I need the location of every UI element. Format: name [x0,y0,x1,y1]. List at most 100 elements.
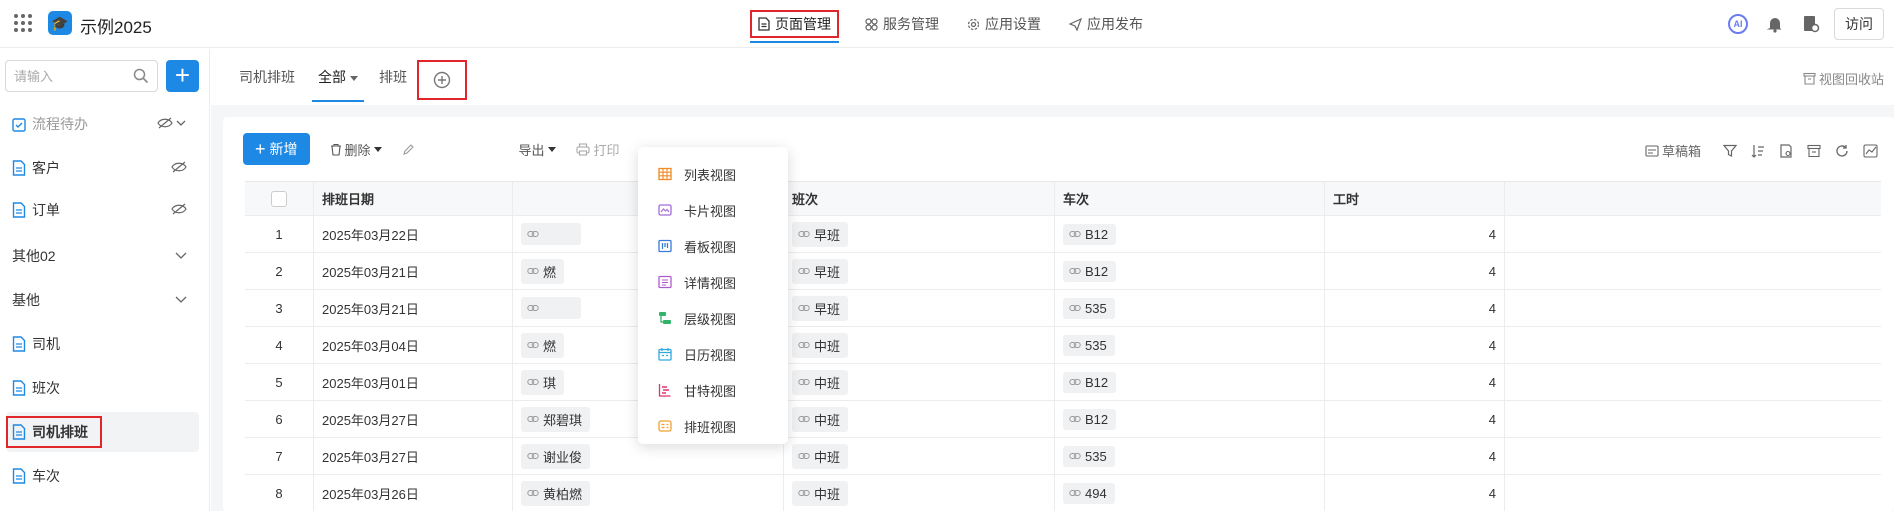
nav-service-management[interactable]: 服务管理 [855,0,949,48]
train-tag[interactable]: B12 [1063,223,1117,245]
menu-item-schedule-view[interactable]: 排班视图 [638,408,788,444]
sidebar-item-train[interactable]: 车次 [6,456,199,496]
driver-tag[interactable] [521,297,581,319]
row-train[interactable]: 494 [1055,475,1325,511]
row-shift[interactable]: 中班 [784,327,1055,363]
shift-tag[interactable]: 早班 [792,258,849,284]
row-date[interactable]: 2025年03月26日 [314,475,513,511]
row-hours[interactable]: 4 [1325,327,1505,363]
tab-schedule[interactable]: 排班 [379,49,407,105]
row-hours[interactable]: 4 [1325,475,1505,511]
train-tag[interactable]: B12 [1063,260,1117,282]
row-train[interactable]: B12 [1055,216,1325,252]
row-date[interactable]: 2025年03月27日 [314,401,513,437]
hidden-eye-chevron-icon[interactable] [157,117,187,132]
table-row[interactable]: 6 2025年03月27日 郑碧琪 中班 B12 4 [245,401,1881,438]
table-row[interactable]: 4 2025年03月04日 燃 中班 535 4 [245,327,1881,364]
sort-icon[interactable] [1751,144,1765,158]
shift-tag[interactable]: 中班 [792,480,849,506]
tab-all[interactable]: 全部 [312,49,364,105]
driver-tag[interactable]: 黄柏燃 [521,480,591,506]
shift-tag[interactable]: 中班 [792,406,849,432]
nav-app-publish[interactable]: 应用发布 [1059,0,1153,48]
hidden-eye-icon[interactable] [171,203,187,218]
shift-tag[interactable]: 早班 [792,295,849,321]
menu-item-gantt-view[interactable]: 甘特视图 [638,372,788,408]
row-train[interactable]: B12 [1055,401,1325,437]
row-date[interactable]: 2025年03月01日 [314,364,513,400]
sidebar-group-other02[interactable]: 其他02 [6,236,199,276]
train-tag[interactable]: B12 [1063,371,1117,393]
header-train[interactable]: 车次 [1055,182,1325,215]
row-train[interactable]: 535 [1055,327,1325,363]
search-input[interactable] [6,61,126,91]
row-train[interactable]: 535 [1055,290,1325,326]
row-hours[interactable]: 4 [1325,290,1505,326]
table-row[interactable]: 8 2025年03月26日 黄柏燃 中班 494 4 [245,475,1881,511]
train-tag[interactable]: 494 [1063,482,1115,504]
menu-item-kanban-view[interactable]: 看板视图 [638,228,788,264]
row-train[interactable]: 535 [1055,438,1325,474]
row-hours[interactable]: 4 [1325,401,1505,437]
bell-icon[interactable] [1766,15,1784,33]
row-date[interactable]: 2025年03月21日 [314,290,513,326]
print-button[interactable]: 打印 [575,140,620,159]
row-date[interactable]: 2025年03月27日 [314,438,513,474]
row-shift[interactable]: 中班 [784,364,1055,400]
row-shift[interactable]: 早班 [784,290,1055,326]
new-button[interactable]: + 新增 [243,133,310,165]
row-train[interactable]: B12 [1055,364,1325,400]
row-hours[interactable]: 4 [1325,216,1505,252]
header-date[interactable]: 排班日期 [314,182,513,215]
export-button[interactable]: 导出 [519,140,556,159]
hidden-eye-icon[interactable] [171,161,187,176]
sidebar-item-customer[interactable]: 客户 [6,148,199,188]
caret-down-icon[interactable] [350,75,358,81]
delete-button[interactable]: 删除 [330,140,382,159]
ai-assistant-icon[interactable]: AI [1728,14,1748,34]
header-hours[interactable]: 工时 [1325,182,1505,215]
add-page-button[interactable]: + [166,60,199,92]
table-row[interactable]: 1 2025年03月22日 早班 B12 4 [245,216,1881,253]
driver-tag[interactable]: 郑碧琪 [521,406,591,432]
edit-button[interactable] [402,143,415,156]
menu-item-list-view[interactable]: 列表视图 [638,156,788,192]
nav-page-management[interactable]: 页面管理 [742,0,847,48]
train-tag[interactable]: 535 [1063,445,1115,467]
chevron-down-icon[interactable] [175,293,187,307]
shift-tag[interactable]: 早班 [792,221,849,247]
table-row[interactable]: 2 2025年03月21日 燃 早班 B12 4 [245,253,1881,290]
row-hours[interactable]: 4 [1325,364,1505,400]
driver-tag[interactable]: 琪 [521,369,565,395]
recycle-bin-icon[interactable] [1807,144,1821,158]
sidebar-group-other[interactable]: 基他 [6,280,199,320]
app-grid-icon[interactable] [14,14,32,32]
row-hours[interactable]: 4 [1325,438,1505,474]
row-train[interactable]: B12 [1055,253,1325,289]
search-icon[interactable] [133,68,149,84]
menu-item-hierarchy-view[interactable]: 层级视图 [638,300,788,336]
row-shift[interactable]: 中班 [784,475,1055,511]
add-view-button[interactable] [417,60,467,100]
table-row[interactable]: 3 2025年03月21日 早班 535 4 [245,290,1881,327]
chart-icon[interactable] [1863,143,1878,158]
driver-tag[interactable] [521,223,581,245]
sidebar-item-order[interactable]: 订单 [6,190,199,230]
visit-button[interactable]: 访问 [1834,8,1884,40]
select-all-checkbox[interactable] [271,190,287,207]
document-settings-icon[interactable] [1802,15,1820,33]
menu-item-detail-view[interactable]: 详情视图 [638,264,788,300]
row-date[interactable]: 2025年03月04日 [314,327,513,363]
driver-tag[interactable]: 燃 [521,332,565,358]
train-tag[interactable]: B12 [1063,408,1117,430]
row-date[interactable]: 2025年03月21日 [314,253,513,289]
chevron-down-icon[interactable] [175,249,187,263]
row-shift[interactable]: 早班 [784,216,1055,252]
row-shift[interactable]: 中班 [784,438,1055,474]
train-tag[interactable]: 535 [1063,297,1115,319]
row-shift[interactable]: 中班 [784,401,1055,437]
table-row[interactable]: 7 2025年03月27日 谢业俊 中班 535 4 [245,438,1881,475]
driver-tag[interactable]: 谢业俊 [521,443,591,469]
row-shift[interactable]: 早班 [784,253,1055,289]
table-row[interactable]: 5 2025年03月01日 琪 中班 B12 4 [245,364,1881,401]
